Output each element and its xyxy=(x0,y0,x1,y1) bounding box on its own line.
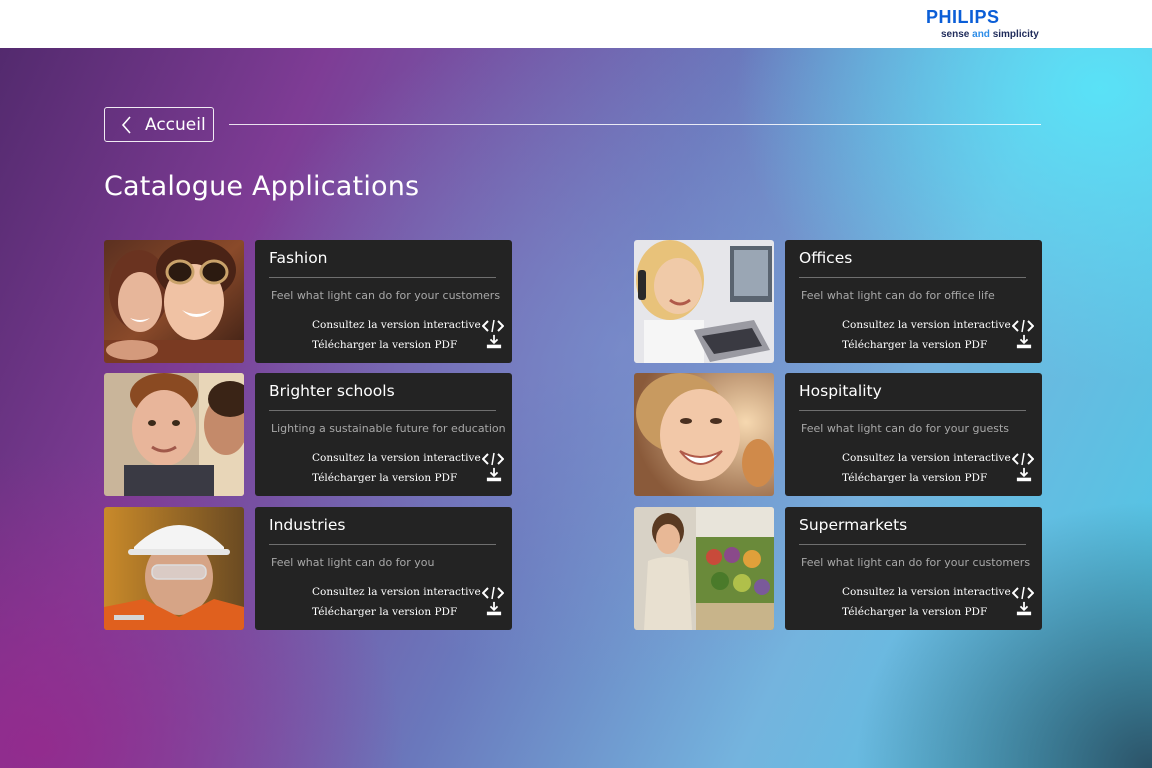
card-title: Supermarkets xyxy=(799,516,908,534)
chevron-left-icon xyxy=(121,116,131,134)
card-divider xyxy=(799,544,1026,545)
supermarkets-image xyxy=(634,507,774,630)
hospitality-photo[interactable] xyxy=(634,373,774,496)
card-subtitle: Lighting a sustainable future for educat… xyxy=(271,422,506,435)
card-divider xyxy=(799,410,1026,411)
code-arrows-icon[interactable] xyxy=(482,585,504,601)
pdf-download-link[interactable]: Télécharger la version PDF xyxy=(312,339,457,352)
fashion-card: Fashion Feel what light can do for your … xyxy=(255,240,512,363)
download-icon[interactable] xyxy=(1013,601,1035,617)
tagline-and: and xyxy=(972,29,990,40)
schools-image xyxy=(104,373,244,496)
card-title: Hospitality xyxy=(799,382,882,400)
code-arrows-icon[interactable] xyxy=(482,451,504,467)
card-subtitle: Feel what light can do for your customer… xyxy=(271,289,501,302)
top-bar: PHILIPS sense and simplicity xyxy=(0,0,1152,48)
interactive-version-link[interactable]: Consultez la version interactive xyxy=(312,319,481,332)
home-back-button[interactable]: Accueil xyxy=(104,107,214,142)
card-title: Fashion xyxy=(269,249,328,267)
code-arrows-icon[interactable] xyxy=(1012,318,1034,334)
offices-image xyxy=(634,240,774,363)
brand-wordmark: PHILIPS xyxy=(926,7,1000,27)
tagline-simplicity: simplicity xyxy=(989,29,1039,40)
offices-card: Offices Feel what light can do for offic… xyxy=(785,240,1042,363)
industries-image xyxy=(104,507,244,630)
card-title: Offices xyxy=(799,249,853,267)
tagline-sense: sense xyxy=(941,29,973,40)
philips-logo[interactable]: PHILIPS sense and simplicity xyxy=(926,6,1046,44)
download-icon[interactable] xyxy=(483,467,505,483)
card-subtitle: Feel what light can do for your customer… xyxy=(801,556,1031,569)
pdf-download-link[interactable]: Télécharger la version PDF xyxy=(842,339,987,352)
card-divider xyxy=(269,410,496,411)
pdf-download-link[interactable]: Télécharger la version PDF xyxy=(842,472,987,485)
interactive-version-link[interactable]: Consultez la version interactive xyxy=(842,319,1011,332)
card-title: Industries xyxy=(269,516,346,534)
download-icon[interactable] xyxy=(483,334,505,350)
interactive-version-link[interactable]: Consultez la version interactive xyxy=(842,452,1011,465)
home-back-label: Accueil xyxy=(145,115,206,135)
card-divider xyxy=(269,544,496,545)
header-divider xyxy=(229,124,1041,125)
pdf-download-link[interactable]: Télécharger la version PDF xyxy=(312,606,457,619)
interactive-version-link[interactable]: Consultez la version interactive xyxy=(312,586,481,599)
brand-tagline: sense and simplicity xyxy=(941,29,1039,41)
industries-photo[interactable] xyxy=(104,507,244,630)
pdf-download-link[interactable]: Télécharger la version PDF xyxy=(312,472,457,485)
download-icon[interactable] xyxy=(1013,467,1035,483)
schools-card: Brighter schools Lighting a sustainable … xyxy=(255,373,512,496)
card-subtitle: Feel what light can do for you xyxy=(271,556,435,569)
fashion-image xyxy=(104,240,244,363)
hospitality-card: Hospitality Feel what light can do for y… xyxy=(785,373,1042,496)
download-icon[interactable] xyxy=(483,601,505,617)
hospitality-image xyxy=(634,373,774,496)
card-divider xyxy=(269,277,496,278)
code-arrows-icon[interactable] xyxy=(1012,451,1034,467)
offices-photo[interactable] xyxy=(634,240,774,363)
page-title: Catalogue Applications xyxy=(104,171,420,202)
main-stage: Accueil Catalogue Applications Fashion F… xyxy=(0,48,1152,768)
pdf-download-link[interactable]: Télécharger la version PDF xyxy=(842,606,987,619)
code-arrows-icon[interactable] xyxy=(1012,585,1034,601)
interactive-version-link[interactable]: Consultez la version interactive xyxy=(312,452,481,465)
card-divider xyxy=(799,277,1026,278)
download-icon[interactable] xyxy=(1013,334,1035,350)
schools-photo[interactable] xyxy=(104,373,244,496)
fashion-photo[interactable] xyxy=(104,240,244,363)
interactive-version-link[interactable]: Consultez la version interactive xyxy=(842,586,1011,599)
supermarkets-card: Supermarkets Feel what light can do for … xyxy=(785,507,1042,630)
card-title: Brighter schools xyxy=(269,382,395,400)
card-subtitle: Feel what light can do for your guests xyxy=(801,422,1010,435)
card-subtitle: Feel what light can do for office life xyxy=(801,289,995,302)
supermarkets-photo[interactable] xyxy=(634,507,774,630)
code-arrows-icon[interactable] xyxy=(482,318,504,334)
industries-card: Industries Feel what light can do for yo… xyxy=(255,507,512,630)
